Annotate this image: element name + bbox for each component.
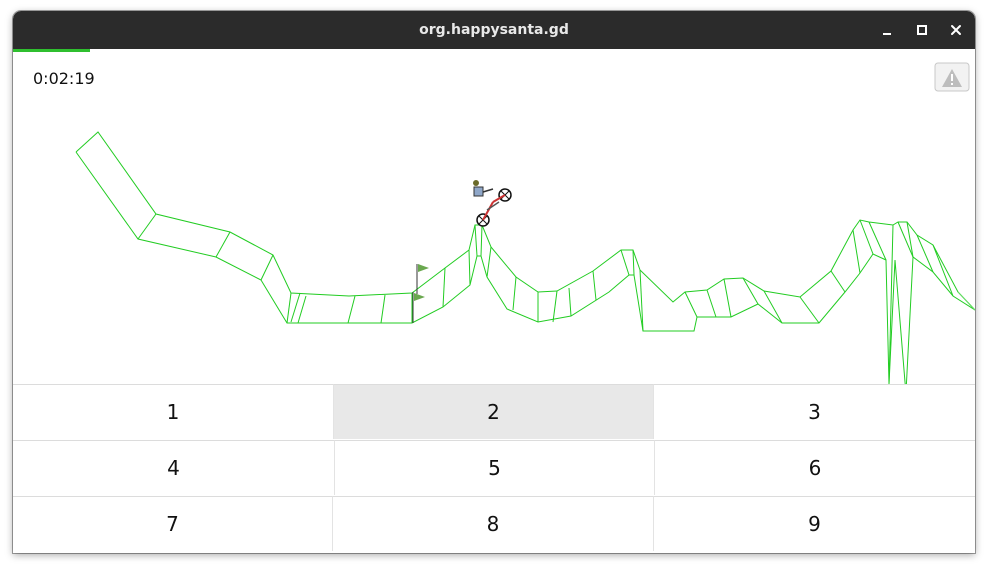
title-bar: org.happysanta.gd [13,11,975,49]
app-window: org.happysanta.gd 0:02:19 1 2 3 4 5 6 7 … [13,11,975,553]
game-canvas[interactable]: 0:02:19 [13,52,975,384]
track-bottom-edge [75,151,975,384]
key-1[interactable]: 1 [13,384,333,439]
track-canvas [75,131,975,384]
key-5[interactable]: 5 [334,440,654,495]
key-8[interactable]: 8 [332,496,653,551]
key-7[interactable]: 7 [13,496,332,551]
start-flag-icon [412,292,425,323]
race-timer: 0:02:19 [33,69,95,88]
warning-triangle-icon [934,62,970,92]
checkpoint-flag-icon [416,264,429,294]
minimize-button[interactable] [877,20,897,40]
key-3[interactable]: 3 [653,384,975,439]
window-title: org.happysanta.gd [419,22,569,38]
key-2[interactable]: 2 [333,384,653,439]
minimize-icon [883,33,891,35]
key-6[interactable]: 6 [654,440,975,495]
track-top-edge [75,131,975,311]
key-4[interactable]: 4 [13,440,334,495]
key-9[interactable]: 9 [653,496,975,551]
warning-button[interactable] [933,61,973,95]
close-icon [951,25,961,35]
keypad: 1 2 3 4 5 6 7 8 9 [13,384,975,553]
track-lines [75,131,975,384]
maximize-icon [917,25,927,35]
close-button[interactable] [946,20,966,40]
motorbike-rider-icon [473,180,512,227]
maximize-button[interactable] [912,20,932,40]
